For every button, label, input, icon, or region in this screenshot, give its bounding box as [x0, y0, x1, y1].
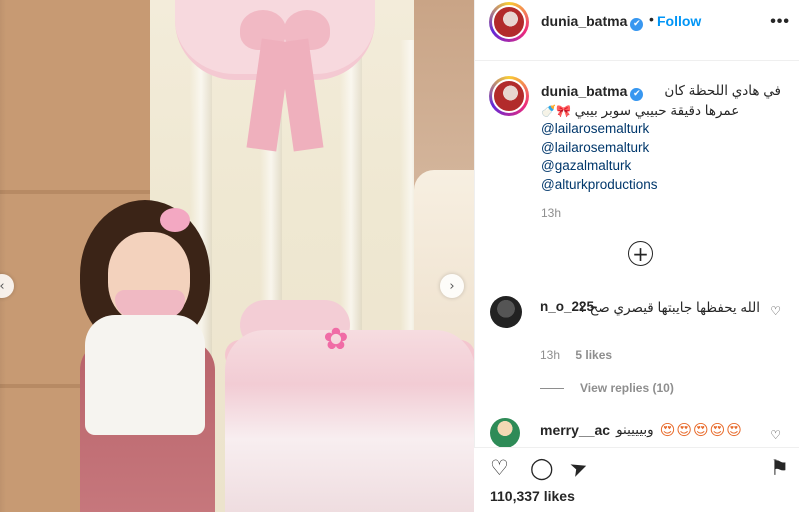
author-username[interactable]: dunia_batma	[541, 13, 627, 29]
caption-username[interactable]: dunia_batma	[541, 83, 627, 99]
comment-bubble-icon[interactable]: ◯	[530, 456, 554, 480]
caption-avatar[interactable]	[489, 76, 529, 116]
chevron-left-icon: ‹	[0, 279, 5, 294]
instagram-post: ✿ ‹ › dunia_batma✔ • Follow •••	[0, 0, 799, 512]
caption-mention[interactable]: @gazalmalturk	[541, 157, 781, 176]
more-options-icon[interactable]: •••	[770, 13, 790, 31]
commenter-avatar[interactable]	[490, 418, 520, 448]
face-mask	[115, 290, 185, 318]
comment-meta: 13h 5 likes	[540, 348, 624, 362]
comment-text: الله يحفظها جايبتها قيصري صح ؟	[578, 300, 760, 315]
author-username-wrap: dunia_batma ✔	[541, 13, 644, 31]
flower-sticker-icon: ✿	[323, 322, 349, 357]
post-header: dunia_batma ✔ • Follow •••	[475, 0, 799, 42]
verified-badge-icon: ✔	[630, 88, 644, 101]
caption-text-line2: عمرها دقيقة حبيبي سوبر بيبي	[574, 102, 740, 118]
bow-bottle-emoji-icon: 🎀🍼	[541, 103, 571, 118]
separator-dot: •	[649, 11, 654, 27]
likes-count[interactable]: 110,337 likes	[490, 488, 575, 504]
commenter-username[interactable]: merry__ac	[540, 422, 610, 438]
caption-timestamp[interactable]: 13h	[541, 206, 561, 220]
author-avatar[interactable]	[489, 2, 529, 42]
like-comment-heart-icon[interactable]: ♡	[770, 304, 781, 318]
next-photo-button[interactable]: ›	[440, 274, 464, 298]
caption-body: dunia_batma ✔ في هادي اللحظة كان عمرها دق…	[541, 82, 781, 194]
load-more-comments-icon[interactable]: +	[628, 241, 653, 266]
like-comment-heart-icon[interactable]: ♡	[770, 428, 781, 442]
caption-text-line1: في هادي اللحظة كان	[664, 83, 781, 98]
header-divider	[475, 60, 799, 61]
heart-eyes-emoji-icon: 😍😍😍😍😍	[659, 421, 743, 439]
replies-line	[540, 388, 564, 390]
commenter-avatar[interactable]	[490, 296, 522, 328]
baby-crib	[225, 330, 474, 512]
caption-mention[interactable]: @alturkproductions	[541, 176, 781, 195]
dress-bib	[110, 340, 180, 430]
post-photo[interactable]: ✿ ‹ ›	[0, 0, 474, 512]
verified-badge-icon: ✔	[630, 18, 644, 31]
follow-button[interactable]: Follow	[657, 13, 701, 29]
post-actions-bar: ♡ ◯ ➤ ⚑ 110,337 likes	[474, 447, 799, 512]
caption-mention[interactable]: @lailarosemalturk	[541, 120, 781, 139]
comment-timestamp[interactable]: 13h	[540, 348, 560, 362]
comment-likes[interactable]: 5 likes	[575, 348, 612, 362]
like-heart-icon[interactable]: ♡	[490, 456, 509, 480]
hair-clip	[160, 208, 190, 232]
chevron-right-icon: ›	[449, 278, 455, 294]
pink-bow	[240, 10, 330, 152]
view-replies-button[interactable]: View replies (10)	[540, 381, 674, 395]
share-send-icon[interactable]: ➤	[566, 454, 591, 483]
save-bookmark-icon[interactable]: ⚑	[770, 456, 789, 480]
comment-text: وبيييينو	[616, 422, 654, 437]
pillow	[414, 170, 474, 350]
view-replies-label: View replies (10)	[580, 381, 674, 395]
caption-mention[interactable]: @lailarosemalturk	[541, 139, 781, 158]
